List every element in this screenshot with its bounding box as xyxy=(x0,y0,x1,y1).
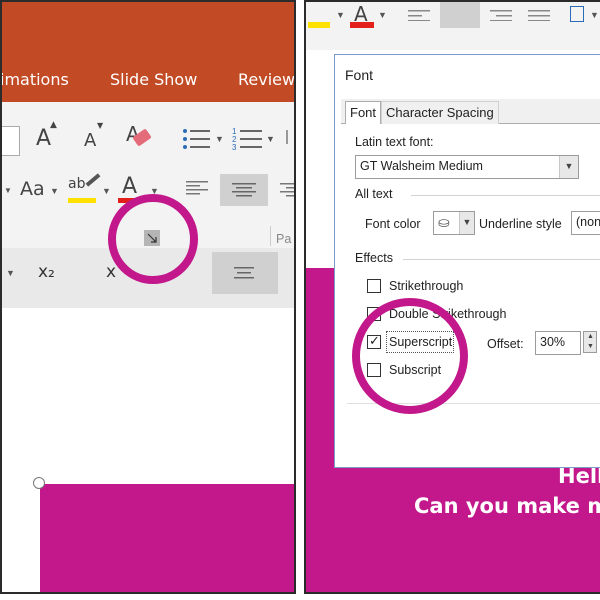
font-dialog: Font Font Character Spacing Latin text f… xyxy=(334,54,600,468)
annotation-circle xyxy=(108,194,198,284)
chevron-down-icon[interactable]: ▼ xyxy=(559,156,578,178)
decrease-arrow-icon: ▼ xyxy=(97,121,104,130)
left-powerpoint-window: imations Slide Show Review A ▲ A ▼ A ▼ 1… xyxy=(0,0,296,594)
latin-font-combo[interactable]: GT Walsheim Medium ▼ xyxy=(355,155,579,179)
numbering-icon[interactable]: 123 xyxy=(232,126,266,152)
font-size-combo[interactable] xyxy=(2,126,20,156)
strikethrough-checkbox[interactable] xyxy=(367,279,381,293)
font-color-icon[interactable]: A xyxy=(122,174,137,199)
all-text-label: All text xyxy=(355,187,393,201)
highlight-dropdown-icon[interactable]: ▼ xyxy=(336,10,345,20)
dropdown-icon[interactable]: ▼ xyxy=(6,268,15,278)
title-bar: imations Slide Show Review xyxy=(2,2,294,102)
annotation-circle xyxy=(352,298,468,414)
dialog-title: Font xyxy=(345,67,374,83)
slide-text-line2: Can you make m xyxy=(414,494,600,518)
decrease-font-size-icon[interactable]: A xyxy=(84,130,96,151)
tab-review[interactable]: Review xyxy=(238,70,294,89)
columns-icon[interactable] xyxy=(570,6,584,22)
increase-font-size-icon[interactable]: A xyxy=(36,126,51,151)
paragraph-group-label: Pa xyxy=(276,232,292,246)
slide-shape[interactable] xyxy=(40,484,294,592)
change-case-icon[interactable]: Aa xyxy=(20,178,45,200)
bullets-dropdown-icon[interactable]: ▼ xyxy=(215,134,224,144)
char-spacing-dropdown-icon[interactable]: ▼ xyxy=(4,186,12,195)
font-color-bar xyxy=(350,22,374,28)
latin-font-value: GT Walsheim Medium xyxy=(360,159,483,173)
numbering-dropdown-icon[interactable]: ▼ xyxy=(266,134,275,144)
align-right-icon[interactable] xyxy=(490,8,512,26)
resize-handle[interactable] xyxy=(33,477,45,489)
latin-font-label: Latin text font: xyxy=(355,135,434,149)
ribbon-strip: ▼ A ▼ ▼ xyxy=(306,2,600,51)
chevron-down-icon[interactable]: ▼ xyxy=(459,212,474,234)
align-left-icon[interactable] xyxy=(186,180,208,201)
align-left-icon[interactable] xyxy=(408,8,430,26)
group-divider xyxy=(270,226,271,246)
highlight-color-bar xyxy=(308,22,330,28)
change-case-dropdown-icon[interactable]: ▼ xyxy=(50,186,59,196)
separator xyxy=(403,259,600,260)
font-color-dropdown-icon[interactable]: ▼ xyxy=(378,10,387,20)
spin-up-icon[interactable]: ▲ xyxy=(587,333,594,340)
strikethrough-label: Strikethrough xyxy=(389,279,464,293)
effects-label: Effects xyxy=(355,251,393,265)
decrease-indent-icon[interactable] xyxy=(286,130,294,144)
align-center-icon xyxy=(232,182,256,203)
align-center-button[interactable] xyxy=(440,2,480,28)
right-powerpoint-window: ▼ A ▼ ▼ Hell Can you make m Font Font Ch… xyxy=(304,0,600,594)
separator xyxy=(411,195,600,196)
x-icon[interactable]: x xyxy=(106,262,116,282)
font-color-picker[interactable]: ⛀ ▼ xyxy=(433,211,475,235)
underline-style-label: Underline style xyxy=(479,217,562,231)
offset-input[interactable]: 30% xyxy=(535,331,581,355)
svg-text:3: 3 xyxy=(232,143,237,152)
marker-icon xyxy=(85,173,101,187)
underline-style-combo[interactable]: (non xyxy=(571,211,600,235)
paint-bucket-icon: ⛀ xyxy=(438,214,450,230)
columns-dropdown-icon[interactable]: ▼ xyxy=(590,10,599,20)
offset-spinner[interactable]: ▲ ▼ xyxy=(583,331,597,353)
highlight-icon[interactable]: ab xyxy=(68,176,85,192)
font-color-label: Font color xyxy=(365,217,421,231)
spin-down-icon[interactable]: ▼ xyxy=(587,343,594,350)
highlight-dropdown-icon[interactable]: ▼ xyxy=(102,186,111,196)
increase-arrow-icon: ▲ xyxy=(50,120,57,130)
tab-character-spacing[interactable]: Character Spacing xyxy=(381,101,499,124)
offset-label: Offset: xyxy=(487,337,524,351)
align-right-icon[interactable] xyxy=(280,182,294,203)
bullets-icon[interactable] xyxy=(182,128,212,155)
tab-font[interactable]: Font xyxy=(345,101,382,124)
dialog-body: Font Character Spacing Latin text font: … xyxy=(341,99,600,461)
highlight-color-bar xyxy=(68,198,96,203)
subscript-icon[interactable]: x₂ xyxy=(38,262,55,282)
tab-slide-show[interactable]: Slide Show xyxy=(110,70,197,89)
tab-animations[interactable]: imations xyxy=(2,70,69,89)
underline-style-value: (non xyxy=(576,215,600,229)
offset-value: 30% xyxy=(540,335,566,349)
center-align-icon xyxy=(234,266,254,284)
justify-icon[interactable] xyxy=(528,8,550,26)
